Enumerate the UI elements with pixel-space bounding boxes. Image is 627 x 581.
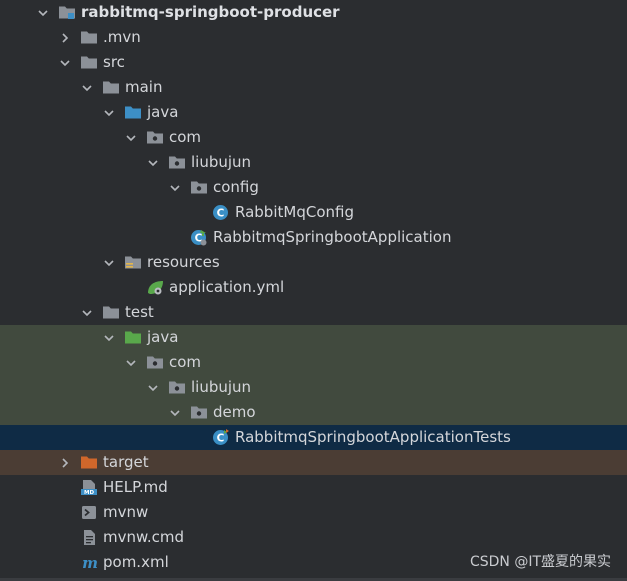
chevron-down-icon[interactable] — [101, 250, 117, 275]
markdown-file-icon: MD — [80, 479, 98, 496]
package-icon — [168, 154, 186, 171]
tree-row[interactable]: mvnw — [0, 500, 627, 525]
tree-row[interactable]: test — [0, 300, 627, 325]
tree-row-label: target — [103, 453, 149, 471]
source-folder-icon — [124, 104, 142, 121]
folder-icon — [80, 54, 98, 71]
package-icon — [146, 129, 164, 146]
tree-row-label: pom.xml — [103, 553, 169, 571]
tree-row[interactable]: application.yml — [0, 275, 627, 300]
tree-row[interactable]: MD HELP.md — [0, 475, 627, 500]
tree-row[interactable]: C RabbitmqSpringbootApplication — [0, 225, 627, 250]
tree-row[interactable]: com — [0, 125, 627, 150]
excluded-folder-icon — [80, 454, 98, 471]
chevron-right-icon[interactable] — [57, 25, 73, 50]
tree-row-label: resources — [147, 253, 220, 271]
tree-row-label: HELP.md — [103, 478, 168, 496]
svg-text:C: C — [217, 208, 225, 220]
tree-row[interactable]: liubujun — [0, 375, 627, 400]
svg-text:m: m — [82, 554, 98, 571]
svg-text:C: C — [217, 433, 225, 445]
svg-text:MD: MD — [84, 490, 94, 496]
tree-row[interactable]: target — [0, 450, 627, 475]
spring-yml-icon — [146, 279, 164, 296]
tree-row[interactable]: rabbitmq-springboot-producer — [0, 0, 627, 25]
package-icon — [168, 379, 186, 396]
project-tree: rabbitmq-springboot-producer .mvn src main j… — [0, 0, 627, 575]
chevron-right-icon[interactable] — [57, 450, 73, 475]
tree-row-label: liubujun — [191, 378, 252, 396]
package-icon — [190, 179, 208, 196]
resources-folder-icon — [124, 254, 142, 271]
tree-row[interactable]: src — [0, 50, 627, 75]
folder-icon — [80, 29, 98, 46]
chevron-down-icon[interactable] — [167, 400, 183, 425]
chevron-down-icon[interactable] — [123, 125, 139, 150]
tree-row[interactable]: C RabbitmqSpringbootApplicationTests — [0, 425, 627, 450]
folder-icon — [102, 304, 120, 321]
tree-row[interactable]: main — [0, 75, 627, 100]
text-file-icon — [80, 529, 98, 546]
tree-row[interactable]: java — [0, 100, 627, 125]
tree-row-label: config — [213, 178, 259, 196]
chevron-down-icon[interactable] — [145, 375, 161, 400]
module-icon — [58, 4, 76, 21]
chevron-down-icon[interactable] — [101, 325, 117, 350]
chevron-down-icon[interactable] — [79, 300, 95, 325]
tree-row-label: .mvn — [103, 28, 141, 46]
tree-row-label: java — [147, 328, 179, 346]
maven-pom-icon: m — [80, 554, 98, 571]
tree-row[interactable]: C RabbitMqConfig — [0, 200, 627, 225]
tree-row-label: RabbitmqSpringbootApplication — [213, 228, 452, 246]
tree-row-label: rabbitmq-springboot-producer — [81, 3, 340, 21]
tree-row[interactable]: config — [0, 175, 627, 200]
chevron-down-icon[interactable] — [101, 100, 117, 125]
tree-row-label: RabbitmqSpringbootApplicationTests — [235, 428, 511, 446]
tree-row-label: src — [103, 53, 125, 71]
tree-row[interactable]: resources — [0, 250, 627, 275]
tree-row-label: demo — [213, 403, 256, 421]
tree-row[interactable]: mvnw.cmd — [0, 525, 627, 550]
chevron-down-icon[interactable] — [79, 75, 95, 100]
tree-row[interactable]: liubujun — [0, 150, 627, 175]
tree-row-label: com — [169, 353, 202, 371]
chevron-down-icon[interactable] — [145, 150, 161, 175]
spring-boot-class-icon: C — [190, 229, 208, 246]
tree-row-label: test — [125, 303, 154, 321]
tree-row-label: com — [169, 128, 202, 146]
chevron-down-icon[interactable] — [35, 0, 51, 25]
chevron-down-icon[interactable] — [123, 350, 139, 375]
chevron-down-icon[interactable] — [167, 175, 183, 200]
tree-row-label: mvnw.cmd — [103, 528, 185, 546]
tree-row-label: application.yml — [169, 278, 285, 296]
package-icon — [146, 354, 164, 371]
tree-row-label: java — [147, 103, 179, 121]
package-icon — [190, 404, 208, 421]
tree-row-label: main — [125, 78, 163, 96]
tree-row[interactable]: demo — [0, 400, 627, 425]
tree-row-label: liubujun — [191, 153, 252, 171]
java-class-icon: C — [212, 204, 230, 221]
watermark: CSDN @IT盛夏的果实 — [469, 554, 611, 570]
test-source-folder-icon — [124, 329, 142, 346]
test-class-icon: C — [212, 429, 230, 446]
chevron-down-icon[interactable] — [57, 50, 73, 75]
tree-row-label: mvnw — [103, 503, 149, 521]
folder-icon — [102, 79, 120, 96]
shell-script-icon — [80, 504, 98, 521]
tree-row-label: RabbitMqConfig — [235, 203, 354, 221]
tree-row[interactable]: .mvn — [0, 25, 627, 50]
tree-row[interactable]: com — [0, 350, 627, 375]
tree-row[interactable]: java — [0, 325, 627, 350]
